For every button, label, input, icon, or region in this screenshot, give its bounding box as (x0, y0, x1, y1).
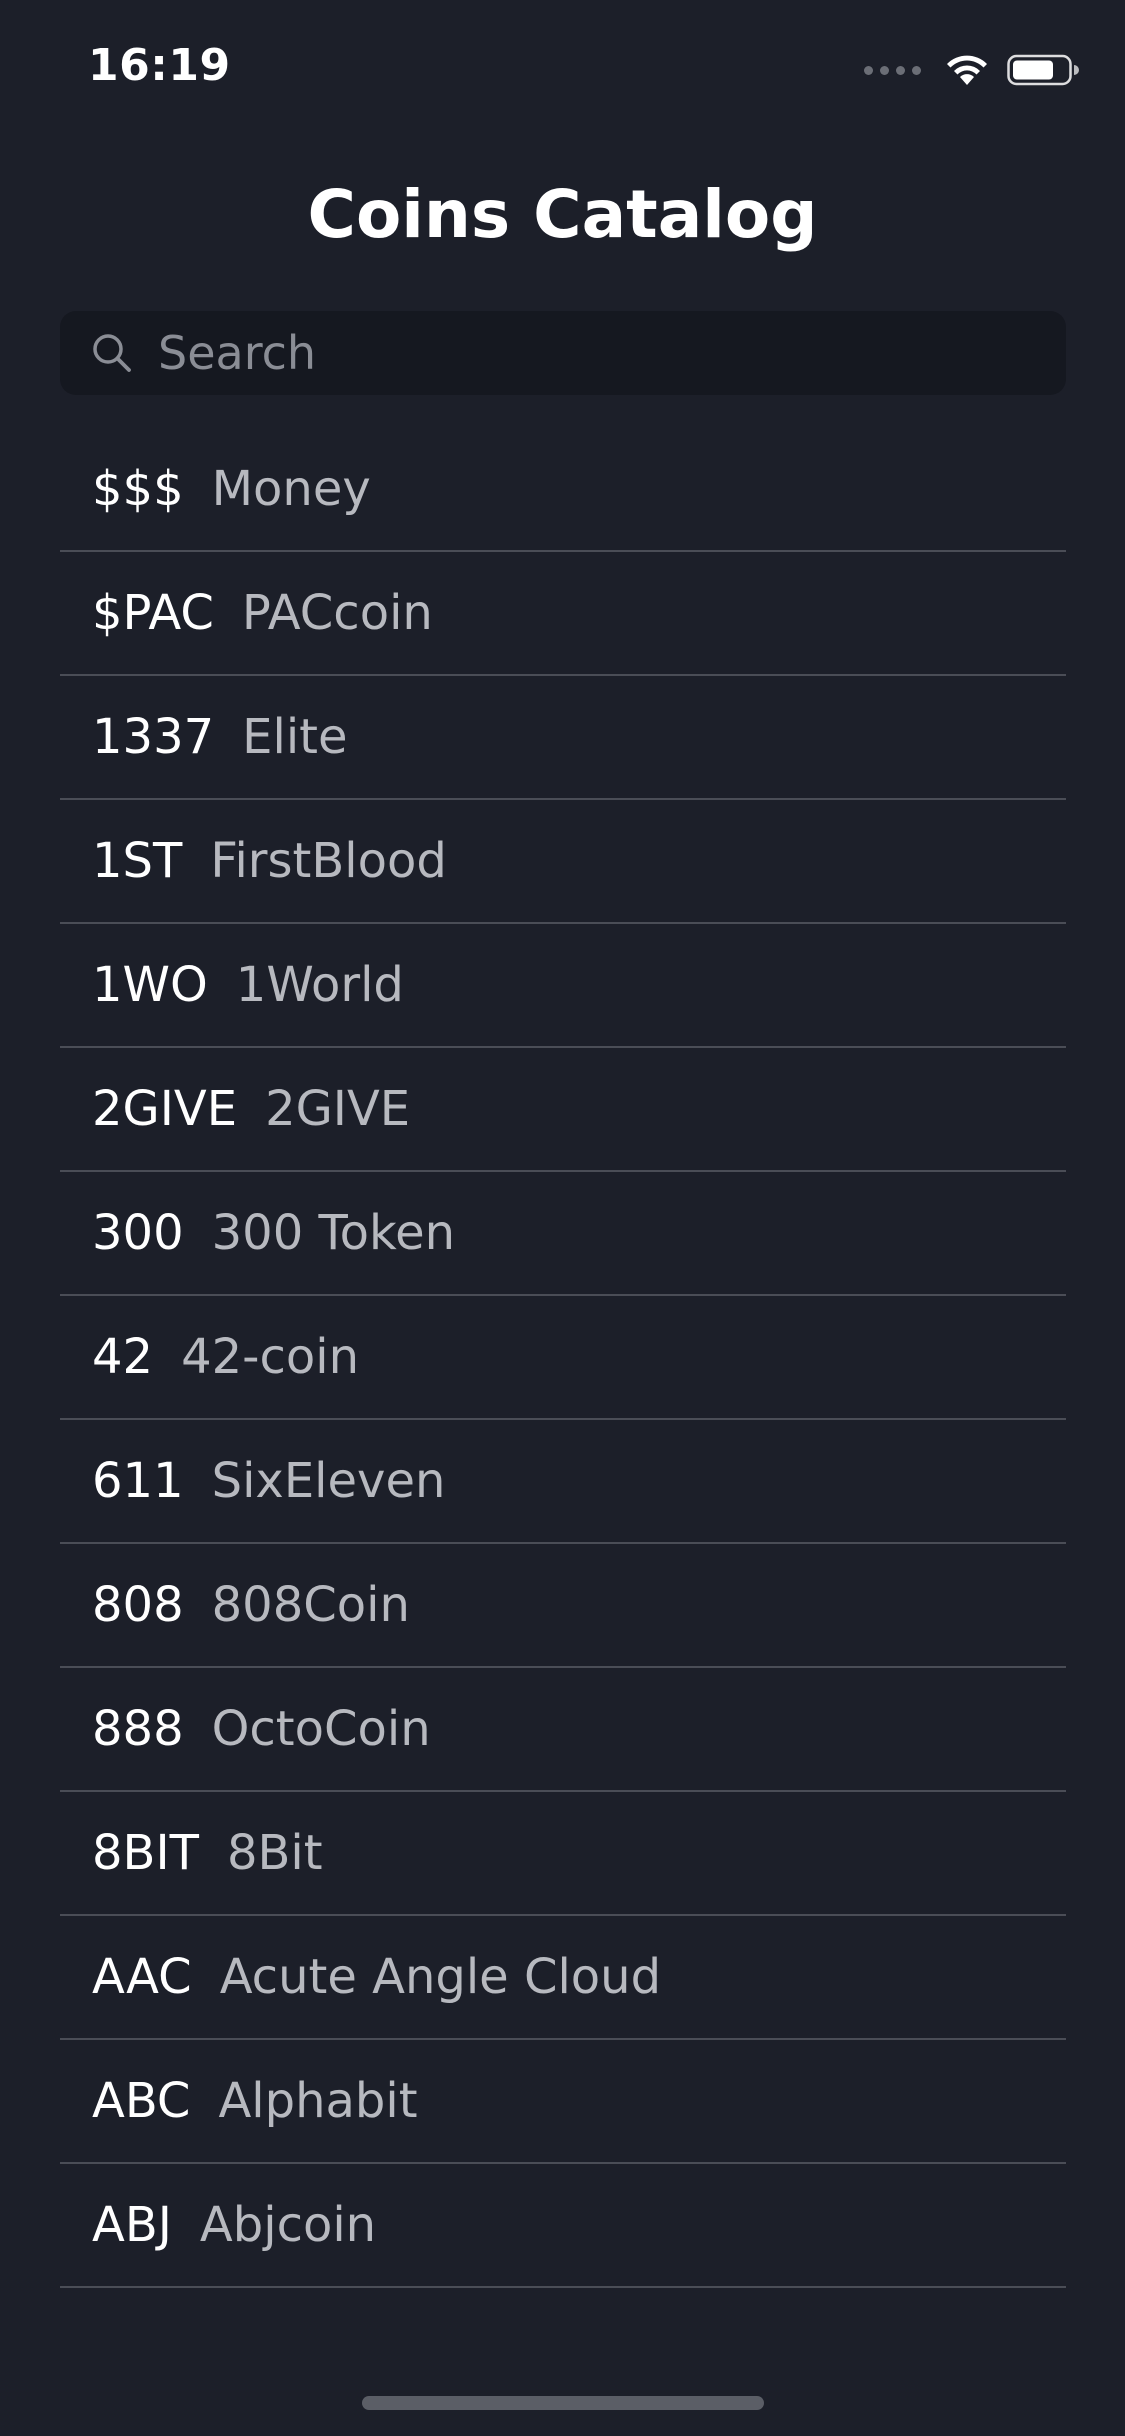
status-time: 16:19 (88, 40, 231, 91)
page-title: Coins Catalog (307, 176, 818, 253)
coin-symbol: AAC (92, 1949, 192, 2005)
coin-symbol: 42 (92, 1329, 154, 1385)
coin-symbol: 1WO (92, 957, 208, 1013)
status-bar: 16:19 (0, 0, 1125, 140)
coin-list[interactable]: $$$ Money $PAC PACcoin 1337 Elite 1ST FirstBloo… (60, 428, 1066, 2336)
coin-name: Alphabit (218, 2073, 418, 2129)
coin-name: PACcoin (241, 585, 433, 641)
wifi-icon (947, 55, 987, 85)
coin-name: Money (211, 461, 371, 517)
coin-symbol: 1ST (92, 833, 183, 889)
coin-symbol: $PAC (92, 585, 214, 641)
coin-list-item[interactable]: 1ST FirstBlood (60, 800, 1066, 924)
coin-list-item[interactable]: 888 OctoCoin (60, 1668, 1066, 1792)
coin-list-item[interactable]: $$$ Money (60, 428, 1066, 552)
coin-name: 808Coin (211, 1577, 410, 1633)
coin-list-item[interactable]: 8BIT 8Bit (60, 1792, 1066, 1916)
coin-name: 8Bit (226, 1825, 323, 1881)
coin-name: Acute Angle Cloud (219, 1949, 662, 2005)
coin-list-item[interactable]: ABC Alphabit (60, 2040, 1066, 2164)
coin-symbol: ABJ (92, 2197, 172, 2253)
coin-list-item[interactable]: ABJ Abjcoin (60, 2164, 1066, 2288)
coin-symbol: 1337 (92, 709, 215, 765)
coin-name: Elite (242, 709, 348, 765)
coin-list-item[interactable]: 1337 Elite (60, 676, 1066, 800)
coin-name: 1World (235, 957, 404, 1013)
coin-name: SixEleven (211, 1453, 446, 1509)
coin-list-item[interactable]: 300 300 Token (60, 1172, 1066, 1296)
coin-symbol: 888 (92, 1701, 184, 1757)
coin-list-item[interactable]: 42 42-coin (60, 1296, 1066, 1420)
coin-list-item[interactable]: 611 SixEleven (60, 1420, 1066, 1544)
search-icon (90, 331, 134, 375)
coin-name: OctoCoin (211, 1701, 431, 1757)
home-indicator[interactable] (362, 2396, 764, 2410)
coin-list-item[interactable]: AAC Acute Angle Cloud (60, 1916, 1066, 2040)
search-input[interactable] (158, 311, 1066, 395)
status-indicators (864, 50, 1079, 90)
coin-symbol: ABC (92, 2073, 191, 2129)
coin-name: 300 Token (211, 1205, 456, 1261)
coin-list-item[interactable]: 1WO 1World (60, 924, 1066, 1048)
coin-symbol: 611 (92, 1453, 184, 1509)
coin-symbol: 8BIT (92, 1825, 199, 1881)
coin-name: FirstBlood (210, 833, 447, 889)
coin-list-item[interactable]: 808 808Coin (60, 1544, 1066, 1668)
coin-symbol: 300 (92, 1205, 184, 1261)
coin-list-item[interactable]: $PAC PACcoin (60, 552, 1066, 676)
coin-symbol: 2GIVE (92, 1081, 238, 1137)
search-bar[interactable] (60, 311, 1066, 395)
coin-name: 42-coin (181, 1329, 359, 1385)
coin-name: 2GIVE (265, 1081, 411, 1137)
coin-symbol: $$$ (92, 461, 184, 517)
coin-list-item[interactable]: 2GIVE 2GIVE (60, 1048, 1066, 1172)
cellular-signal-icon (864, 65, 921, 75)
coin-symbol: 808 (92, 1577, 184, 1633)
coin-name: Abjcoin (199, 2197, 377, 2253)
battery-icon (1007, 54, 1079, 86)
